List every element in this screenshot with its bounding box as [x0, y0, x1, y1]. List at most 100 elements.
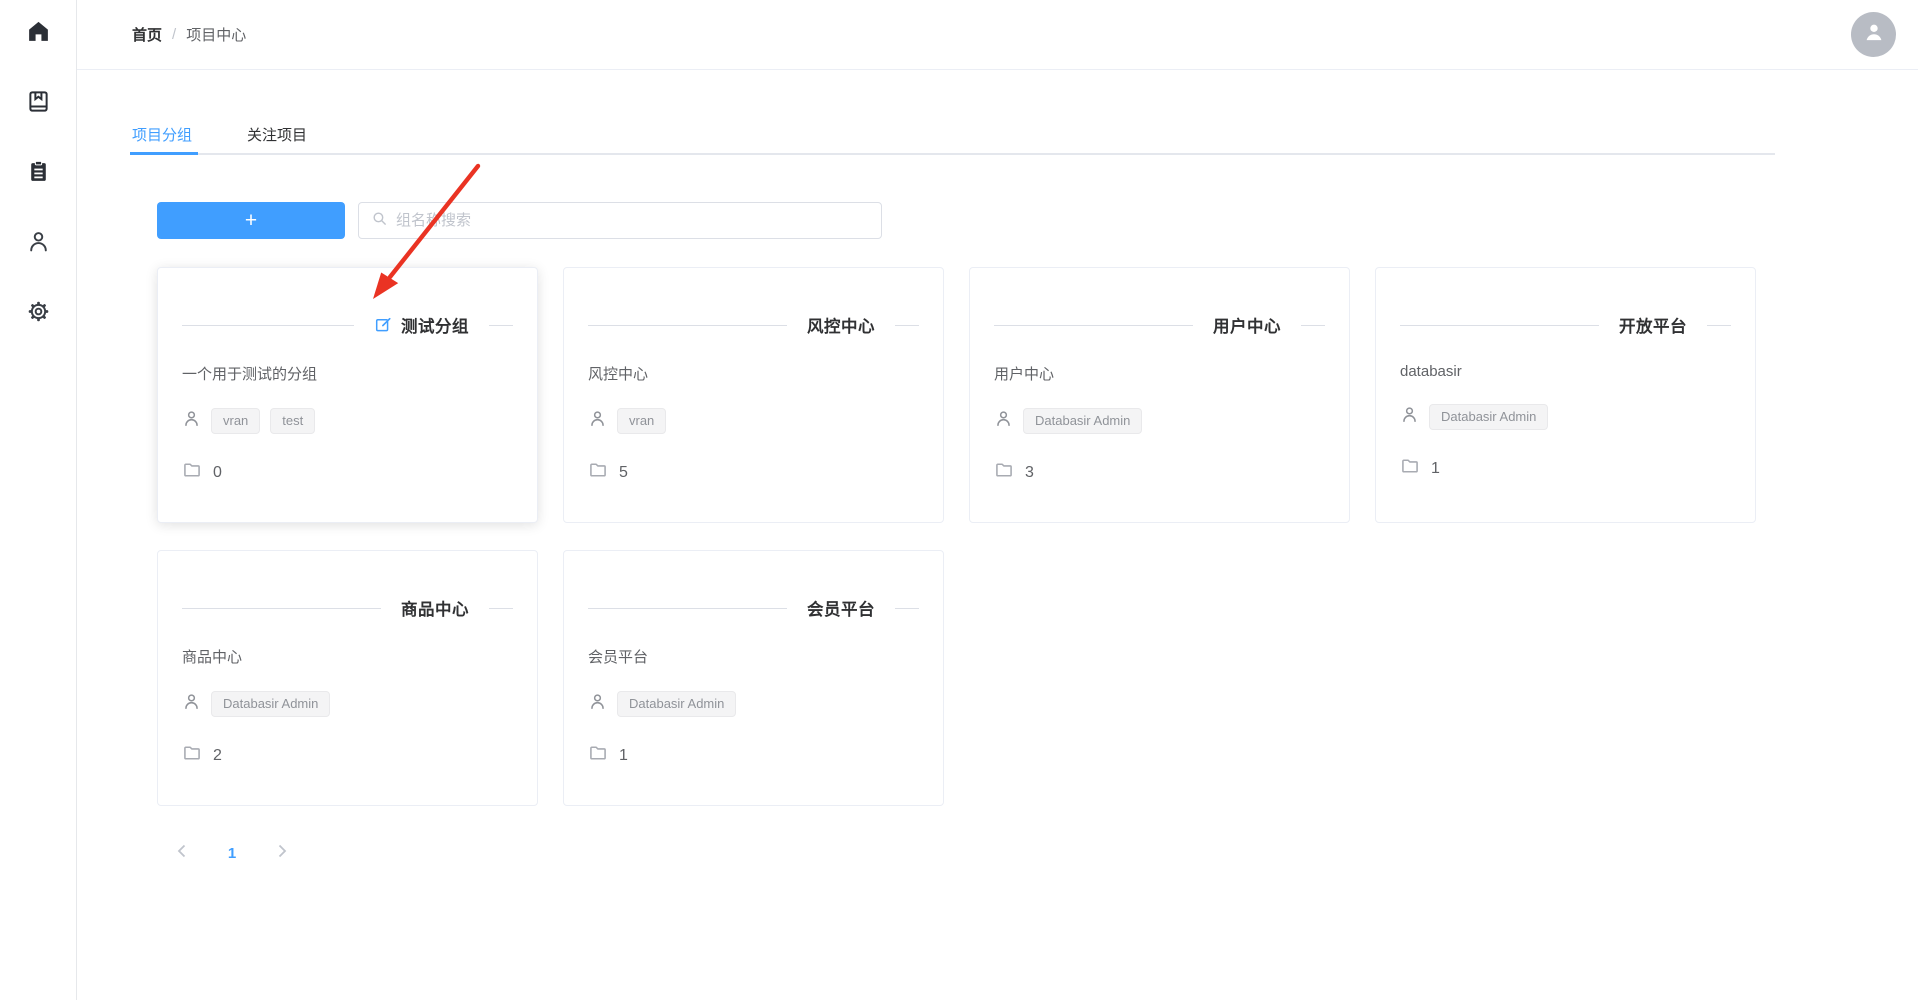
search-input[interactable] — [396, 212, 869, 229]
folder-icon — [1400, 456, 1420, 481]
sidebar-item-documents[interactable] — [25, 91, 51, 117]
group-description: databasir — [1400, 363, 1731, 380]
tab-project-groups[interactable]: 项目分组 — [132, 116, 192, 153]
member-tag: Databasir Admin — [1023, 408, 1142, 434]
divider-line-left — [588, 608, 787, 609]
breadcrumb-home[interactable]: 首页 — [132, 24, 162, 45]
project-count: 3 — [1025, 464, 1034, 482]
member-user-icon — [994, 409, 1013, 433]
member-tag: Databasir Admin — [1429, 404, 1548, 430]
member-tag: Databasir Admin — [617, 691, 736, 717]
group-title: 用户中心 — [1213, 313, 1281, 337]
project-count: 5 — [619, 464, 628, 482]
member-user-icon — [588, 692, 607, 716]
group-members-row: Databasir Admin — [1400, 404, 1731, 430]
group-members-row: vran — [588, 408, 919, 434]
chevron-left-icon — [175, 844, 189, 863]
group-title: 商品中心 — [401, 596, 469, 620]
breadcrumb: 首页 / 项目中心 — [132, 24, 246, 45]
edit-group-icon[interactable] — [374, 316, 392, 334]
divider-line-right — [489, 608, 513, 609]
avatar-person-icon — [1861, 19, 1887, 50]
home-icon — [26, 19, 51, 49]
divider-line-left — [182, 325, 354, 326]
sidebar-item-users[interactable] — [25, 231, 51, 257]
card-title-row: 会员平台 — [588, 596, 919, 620]
project-group-card[interactable]: 用户中心 用户中心 Databasir Admin 3 — [969, 267, 1350, 523]
project-count-row: 5 — [588, 460, 919, 485]
gear-icon — [26, 299, 51, 329]
project-group-card[interactable]: 商品中心 商品中心 Databasir Admin 2 — [157, 550, 538, 806]
tab-bar: 项目分组 关注项目 — [132, 116, 1775, 155]
folder-icon — [994, 460, 1014, 485]
sidebar-item-home[interactable] — [25, 21, 51, 47]
sidebar-item-projects[interactable] — [25, 161, 51, 187]
sidebar-item-settings[interactable] — [25, 301, 51, 327]
member-tag: vran — [211, 408, 260, 434]
project-group-card[interactable]: 会员平台 会员平台 Databasir Admin 1 — [563, 550, 944, 806]
card-title-row: 风控中心 — [588, 313, 919, 337]
project-count: 1 — [1431, 460, 1440, 478]
divider-line-right — [895, 325, 919, 326]
user-avatar[interactable] — [1851, 12, 1896, 57]
project-group-card[interactable]: 开放平台 databasir Databasir Admin 1 — [1375, 267, 1756, 523]
pagination-prev-button[interactable] — [170, 838, 194, 868]
tab-project-groups-label: 项目分组 — [132, 124, 192, 145]
group-title: 风控中心 — [807, 313, 875, 337]
group-members-row: Databasir Admin — [994, 408, 1325, 434]
pagination-page-1[interactable]: 1 — [220, 845, 244, 862]
card-title-row: 测试分组 — [182, 313, 513, 337]
divider-line-right — [489, 325, 513, 326]
card-title-row: 商品中心 — [182, 596, 513, 620]
project-count-row: 2 — [182, 743, 513, 768]
member-user-icon — [182, 692, 201, 716]
project-count-row: 3 — [994, 460, 1325, 485]
member-user-icon — [1400, 405, 1419, 429]
project-group-card[interactable]: 风控中心 风控中心 vran 5 — [563, 267, 944, 523]
group-members-row: vrantest — [182, 408, 513, 434]
project-count-row: 0 — [182, 460, 513, 485]
group-members-row: Databasir Admin — [182, 691, 513, 717]
top-header: 首页 / 项目中心 — [77, 0, 1918, 70]
pagination: 1 — [170, 838, 294, 868]
group-description: 用户中心 — [994, 363, 1325, 384]
group-description: 一个用于测试的分组 — [182, 363, 513, 384]
clipboard-icon — [26, 159, 51, 189]
group-members-row: Databasir Admin — [588, 691, 919, 717]
add-group-button[interactable]: + — [157, 202, 345, 239]
breadcrumb-current: 项目中心 — [186, 24, 246, 45]
folder-icon — [588, 743, 608, 768]
tab-followed-projects[interactable]: 关注项目 — [247, 116, 307, 153]
pagination-next-button[interactable] — [270, 838, 294, 868]
divider-line-left — [1400, 325, 1599, 326]
folder-icon — [182, 743, 202, 768]
search-box — [358, 202, 882, 239]
divider-line-left — [182, 608, 381, 609]
group-description: 风控中心 — [588, 363, 919, 384]
divider-line-right — [895, 608, 919, 609]
search-icon — [371, 210, 388, 232]
chevron-right-icon — [275, 844, 289, 863]
user-icon — [26, 229, 51, 259]
project-count: 1 — [619, 747, 628, 765]
group-title: 会员平台 — [807, 596, 875, 620]
project-count: 0 — [213, 464, 222, 482]
divider-line-right — [1301, 325, 1325, 326]
card-title-row: 开放平台 — [1400, 313, 1731, 337]
member-user-icon — [182, 409, 201, 433]
sidebar — [0, 0, 77, 1000]
group-title: 开放平台 — [1619, 313, 1687, 337]
divider-line-right — [1707, 325, 1731, 326]
member-tag: vran — [617, 408, 666, 434]
project-group-card[interactable]: 测试分组 一个用于测试的分组 vrantest 0 — [157, 267, 538, 523]
group-description: 会员平台 — [588, 646, 919, 667]
toolbar: + — [157, 202, 882, 239]
folder-icon — [588, 460, 608, 485]
card-title-row: 用户中心 — [994, 313, 1325, 337]
folder-icon — [182, 460, 202, 485]
group-title: 测试分组 — [401, 313, 469, 337]
member-tag: Databasir Admin — [211, 691, 330, 717]
project-count-row: 1 — [1400, 456, 1731, 481]
project-count-row: 1 — [588, 743, 919, 768]
group-description: 商品中心 — [182, 646, 513, 667]
